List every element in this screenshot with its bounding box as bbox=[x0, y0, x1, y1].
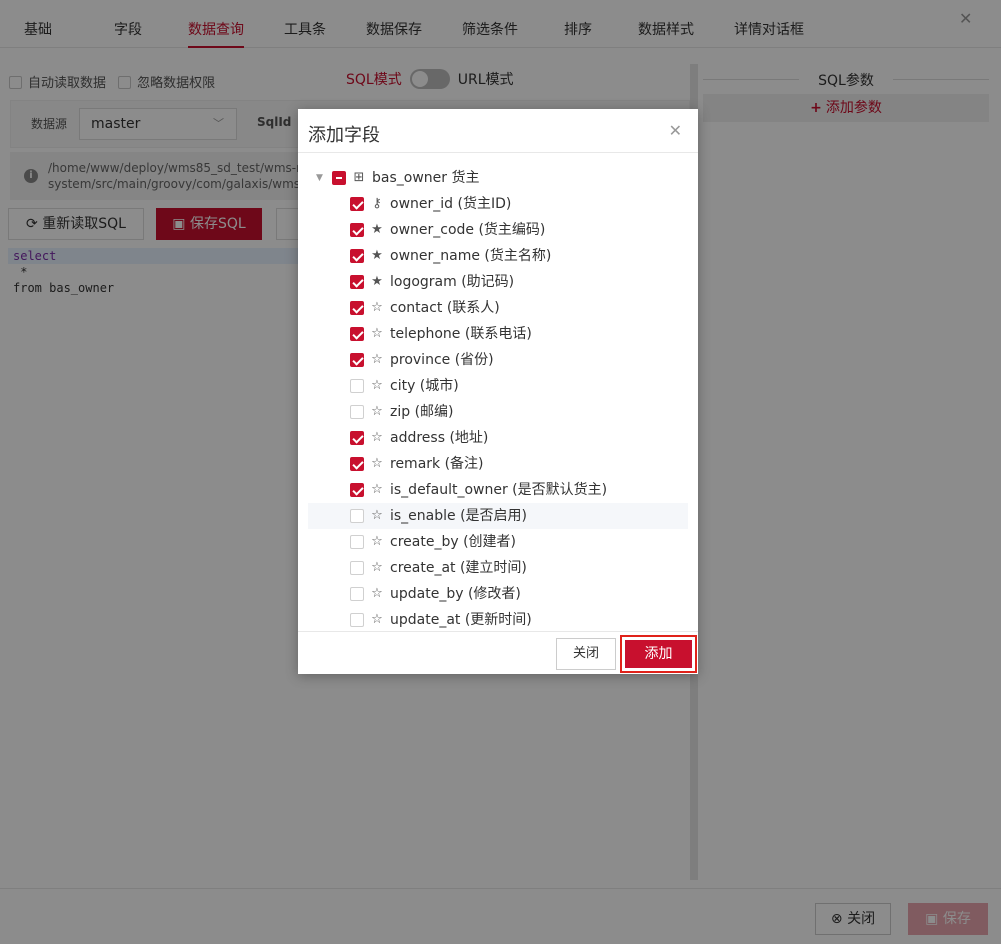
field-label: remark (备注) bbox=[390, 456, 484, 472]
tree-field-node[interactable]: ☆ address (地址) bbox=[308, 425, 688, 451]
dialog-add-button-highlight[interactable]: 添加 bbox=[620, 635, 697, 673]
tree-field-node[interactable]: ☆ is_enable (是否启用) bbox=[308, 503, 688, 529]
add-field-dialog: 添加字段 ✕ ▼ ⊞ bas_owner 货主 ⚷ owner_id (货主ID)… bbox=[298, 109, 698, 674]
field-tree: ▼ ⊞ bas_owner 货主 ⚷ owner_id (货主ID) ★ owner_… bbox=[308, 165, 688, 631]
star-outline-icon: ☆ bbox=[371, 508, 383, 523]
tree-field-node[interactable]: ☆ update_by (修改者) bbox=[308, 581, 688, 607]
star-outline-icon: ☆ bbox=[371, 534, 383, 549]
field-checkbox[interactable] bbox=[350, 275, 364, 289]
tree-field-node[interactable]: ★ logogram (助记码) bbox=[308, 269, 688, 295]
field-label: logogram (助记码) bbox=[390, 274, 515, 290]
field-checkbox[interactable] bbox=[350, 249, 364, 263]
star-filled-icon: ★ bbox=[371, 248, 383, 263]
star-outline-icon: ☆ bbox=[371, 404, 383, 419]
star-outline-icon: ☆ bbox=[371, 482, 383, 497]
field-label: zip (邮编) bbox=[390, 404, 454, 420]
tree-field-node[interactable]: ☆ remark (备注) bbox=[308, 451, 688, 477]
root-label: bas_owner 货主 bbox=[372, 170, 480, 186]
star-outline-icon: ☆ bbox=[371, 456, 383, 471]
field-checkbox[interactable] bbox=[350, 223, 364, 237]
root-checkbox[interactable] bbox=[332, 171, 346, 185]
table-icon: ⊞ bbox=[353, 170, 365, 185]
tree-field-node[interactable]: ★ owner_code (货主编码) bbox=[308, 217, 688, 243]
star-filled-icon: ★ bbox=[371, 274, 383, 289]
field-checkbox[interactable] bbox=[350, 327, 364, 341]
field-checkbox[interactable] bbox=[350, 483, 364, 497]
star-outline-icon: ☆ bbox=[371, 352, 383, 367]
star-outline-icon: ☆ bbox=[371, 430, 383, 445]
tree-field-node[interactable]: ☆ telephone (联系电话) bbox=[308, 321, 688, 347]
tree-field-node[interactable]: ☆ province (省份) bbox=[308, 347, 688, 373]
star-outline-icon: ☆ bbox=[371, 612, 383, 627]
dialog-title: 添加字段 bbox=[308, 125, 380, 146]
tree-field-node[interactable]: ☆ city (城市) bbox=[308, 373, 688, 399]
field-checkbox[interactable] bbox=[350, 431, 364, 445]
tree-field-node[interactable]: ★ owner_name (货主名称) bbox=[308, 243, 688, 269]
caret-down-icon[interactable]: ▼ bbox=[316, 165, 323, 191]
field-label: is_default_owner (是否默认货主) bbox=[390, 482, 608, 498]
field-label: update_at (更新时间) bbox=[390, 612, 532, 628]
field-checkbox[interactable] bbox=[350, 613, 364, 627]
star-filled-icon: ★ bbox=[371, 222, 383, 237]
field-label: city (城市) bbox=[390, 378, 459, 394]
field-label: province (省份) bbox=[390, 352, 494, 368]
tree-field-node[interactable]: ☆ create_by (创建者) bbox=[308, 529, 688, 555]
field-label: create_at (建立时间) bbox=[390, 560, 527, 576]
field-checkbox[interactable] bbox=[350, 353, 364, 367]
field-checkbox[interactable] bbox=[350, 301, 364, 315]
close-icon[interactable]: ✕ bbox=[669, 121, 682, 140]
star-outline-icon: ☆ bbox=[371, 300, 383, 315]
field-label: create_by (创建者) bbox=[390, 534, 516, 550]
field-checkbox[interactable] bbox=[350, 535, 364, 549]
tree-field-node[interactable]: ☆ update_at (更新时间) bbox=[308, 607, 688, 631]
star-outline-icon: ☆ bbox=[371, 560, 383, 575]
field-label: update_by (修改者) bbox=[390, 586, 521, 602]
field-checkbox[interactable] bbox=[350, 197, 364, 211]
star-outline-icon: ☆ bbox=[371, 586, 383, 601]
field-checkbox[interactable] bbox=[350, 457, 364, 471]
key-icon: ⚷ bbox=[372, 196, 382, 211]
tree-field-node[interactable]: ⚷ owner_id (货主ID) bbox=[308, 191, 688, 217]
field-checkbox[interactable] bbox=[350, 587, 364, 601]
field-label: address (地址) bbox=[390, 430, 489, 446]
field-label: owner_code (货主编码) bbox=[390, 222, 546, 238]
dialog-header: 添加字段 ✕ bbox=[298, 109, 698, 153]
tree-field-node[interactable]: ☆ zip (邮编) bbox=[308, 399, 688, 425]
dialog-footer: 关闭 添加 bbox=[298, 631, 698, 674]
field-label: is_enable (是否启用) bbox=[390, 508, 528, 524]
tree-field-node[interactable]: ☆ contact (联系人) bbox=[308, 295, 688, 321]
tree-field-node[interactable]: ☆ is_default_owner (是否默认货主) bbox=[308, 477, 688, 503]
tree-root-node[interactable]: ▼ ⊞ bas_owner 货主 bbox=[308, 165, 688, 191]
field-label: owner_name (货主名称) bbox=[390, 248, 552, 264]
field-label: telephone (联系电话) bbox=[390, 326, 532, 342]
field-checkbox[interactable] bbox=[350, 405, 364, 419]
field-label: owner_id (货主ID) bbox=[390, 196, 512, 212]
field-checkbox[interactable] bbox=[350, 379, 364, 393]
tree-field-node[interactable]: ☆ create_at (建立时间) bbox=[308, 555, 688, 581]
star-outline-icon: ☆ bbox=[371, 326, 383, 341]
dialog-add-button[interactable]: 添加 bbox=[625, 640, 692, 668]
field-checkbox[interactable] bbox=[350, 509, 364, 523]
star-outline-icon: ☆ bbox=[371, 378, 383, 393]
field-checkbox[interactable] bbox=[350, 561, 364, 575]
field-label: contact (联系人) bbox=[390, 300, 500, 316]
dialog-close-button[interactable]: 关闭 bbox=[556, 638, 616, 670]
